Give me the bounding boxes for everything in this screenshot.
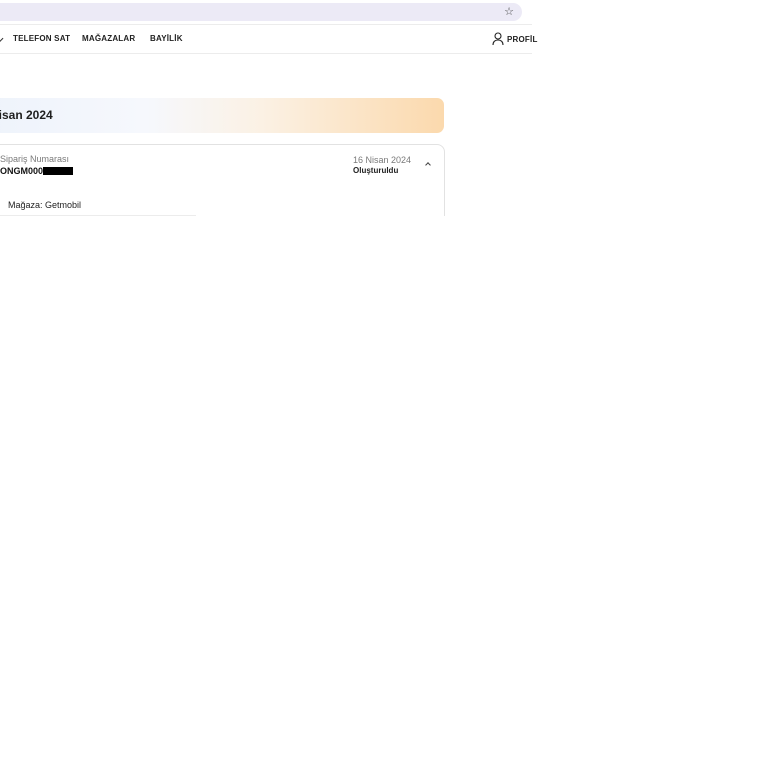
order-number-row: ONGM000 [0,165,74,176]
nav-link-magazalar[interactable]: MAĞAZALAR [82,34,135,43]
site-nav-bar: TELEFON SAT MAĞAZALAR BAYİLİK PROFİL [0,24,537,54]
order-status: Oluşturuldu [353,166,399,175]
order-number-value: ONGM000 [0,165,44,176]
redaction-bar [43,166,74,175]
nav-link-bayilik[interactable]: BAYİLİK [150,34,183,43]
user-icon [492,32,504,46]
store-label: Mağaza: Getmobil [8,200,82,210]
order-date: 16 Nisan 2024 [353,155,412,165]
page-viewport: ☆ TELEFON SAT MAĞAZALAR BAYİLİK PROFİL N… [0,0,768,768]
order-number-label: Sipariş Numarası [0,154,70,164]
blank-area [0,216,768,768]
profile-label: PROFİL [507,34,538,44]
chevron-up-icon[interactable] [422,159,434,169]
profile-link[interactable]: PROFİL [492,31,538,47]
month-title: Nisan 2024 [0,108,53,122]
nav-link-telefon-sat[interactable]: TELEFON SAT [13,34,70,43]
star-icon[interactable]: ☆ [504,4,514,20]
month-section-banner: Nisan 2024 [0,98,444,133]
browser-address-bar[interactable]: ☆ [0,3,522,21]
chevron-left-icon[interactable] [0,33,8,45]
